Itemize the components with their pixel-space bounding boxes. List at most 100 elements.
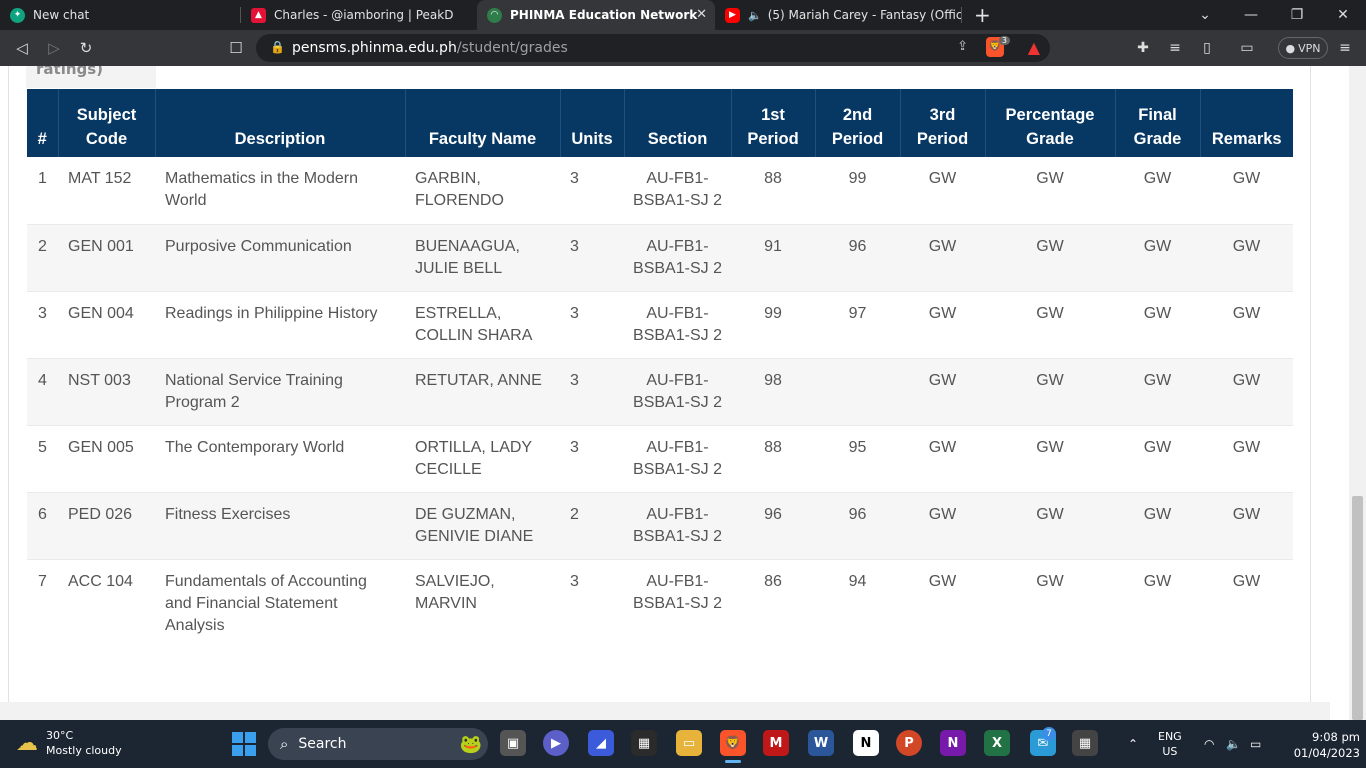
final-grade: GW	[1115, 224, 1200, 292]
word-icon[interactable]: W	[808, 730, 834, 756]
brave-rewards-icon[interactable]: ▲	[1028, 38, 1040, 57]
faculty-name: ORTILLA, LADY CECILLE	[405, 425, 560, 493]
lock-icon[interactable]: 🔒	[270, 40, 285, 54]
system-clock[interactable]: 9:08 pm 01/04/2023	[1278, 729, 1360, 761]
final-grade: GW	[1115, 425, 1200, 493]
3rd-period-grade: GW	[900, 358, 985, 426]
extensions-icon[interactable]: ✚	[1130, 30, 1156, 66]
new-tab-button[interactable]: +	[974, 0, 991, 30]
percentage-grade: GW	[985, 492, 1115, 560]
tab-phinma[interactable]: ◠ PHINMA Education Network ✕	[477, 0, 715, 30]
units: 2	[560, 492, 624, 560]
powerpoint-icon[interactable]: P	[896, 730, 922, 756]
onenote-icon[interactable]: N	[940, 730, 966, 756]
col-2nd-period: 2nd Period	[815, 89, 901, 157]
wifi-icon[interactable]: ◠	[1204, 720, 1214, 768]
speaker-icon[interactable]: 🔈	[748, 9, 762, 22]
media-control-icon[interactable]: ≡	[1162, 30, 1188, 66]
clock-time: 9:08 pm	[1312, 730, 1360, 744]
final-grade: GW	[1115, 358, 1200, 426]
address-bar[interactable]: 🔒 pensms.phinma.edu.ph/student/grades ⇪ …	[256, 34, 1050, 62]
cloudy-weather-icon: ☁	[16, 730, 38, 756]
section: AU-FB1-BSBA1-SJ 2	[624, 358, 731, 426]
1st-period-grade: 98	[731, 358, 815, 426]
taskbar-search[interactable]: ⌕ Search 🐸	[268, 728, 488, 760]
lang-secondary: US	[1162, 745, 1178, 758]
minimize-icon[interactable]: —	[1228, 0, 1274, 30]
menu-icon[interactable]: ≡	[1332, 30, 1358, 66]
row-number: 5	[27, 425, 58, 493]
volume-icon[interactable]: 🔈	[1226, 720, 1241, 768]
close-window-icon[interactable]: ✕	[1320, 0, 1366, 30]
vpn-button[interactable]: ● VPN	[1278, 37, 1328, 59]
description: Fitness Exercises	[155, 492, 405, 560]
language-indicator[interactable]: ENG US	[1158, 720, 1182, 768]
subject-code: ACC 104	[68, 572, 133, 590]
search-highlight-icon: 🐸	[459, 733, 482, 755]
url-text[interactable]: pensms.phinma.edu.ph/student/grades	[292, 40, 568, 56]
remarks: GW	[1232, 572, 1261, 590]
units: 3	[560, 358, 624, 426]
back-icon[interactable]: ◁	[6, 30, 38, 66]
restore-icon[interactable]: ❐	[1274, 0, 1320, 30]
sidebar-icon[interactable]: ▯	[1194, 30, 1220, 66]
share-icon[interactable]: ⇪	[957, 39, 968, 54]
remarks: GW	[1200, 291, 1293, 359]
subject-code: GEN 001	[58, 224, 155, 292]
percentage-grade: GW	[985, 291, 1115, 359]
tab-youtube[interactable]: ▶ 🔈 (5) Mariah Carey - Fantasy (Official	[715, 0, 961, 30]
microsoft-store-icon[interactable]: ▦	[631, 730, 657, 756]
description: The Contemporary World	[155, 425, 405, 493]
2nd-period-grade	[815, 358, 900, 426]
search-label: Search	[298, 736, 347, 752]
col-remarks: Remarks	[1200, 89, 1293, 157]
col-description: Description	[155, 89, 406, 157]
1st-period-grade: 91	[731, 224, 815, 292]
1st-period-grade: 88	[731, 425, 815, 493]
faculty-name: BUENAAGUA, JULIE BELL	[405, 224, 560, 292]
wallet-icon[interactable]: ▭	[1234, 30, 1260, 66]
remarks: GW	[1200, 492, 1293, 560]
2nd-period-grade: 96	[815, 224, 900, 292]
calculator-icon[interactable]: ▦	[1072, 730, 1098, 756]
weather-widget[interactable]: ☁ 30°C Mostly cloudy	[16, 728, 122, 758]
col-1st-period: 1st Period	[731, 89, 816, 157]
battery-icon[interactable]: ▭	[1250, 720, 1261, 768]
teams-chat-icon[interactable]: ▶	[543, 730, 569, 756]
tab-divider	[961, 7, 962, 23]
tab-search-icon[interactable]: ⌄	[1182, 0, 1228, 30]
bookmark-icon[interactable]: ☐	[220, 30, 252, 66]
scrollbar-thumb[interactable]	[1352, 496, 1363, 720]
notion-icon[interactable]: N	[853, 730, 879, 756]
tab-new-chat[interactable]: ✦ New chat	[0, 0, 240, 30]
task-view-icon[interactable]: ▣	[500, 730, 526, 756]
weather-temp: 30°C	[46, 729, 74, 742]
percentage-grade: GW	[1036, 572, 1064, 590]
close-tab-icon[interactable]: ✕	[696, 7, 707, 22]
col-subject-code: Subject Code	[58, 89, 156, 157]
faculty-name: GARBIN, FLORENDO	[405, 157, 560, 225]
brave-browser-icon[interactable]: 🦁	[720, 730, 746, 756]
1st-period-grade: 99	[731, 291, 815, 359]
description: Readings in Philippine History	[155, 291, 405, 359]
tab-peakd[interactable]: ▲ Charles - @iamboring | PeakD	[241, 0, 477, 30]
3rd-period-grade: GW	[900, 425, 985, 493]
remarks: GW	[1200, 358, 1293, 426]
faculty-name: DE GUZMAN, GENIVIE DIANE	[405, 492, 560, 560]
start-button[interactable]	[232, 732, 256, 756]
forward-icon[interactable]: ▷	[38, 30, 70, 66]
start-tile	[232, 732, 243, 743]
faculty-name: ESTRELLA, COLLIN SHARA	[405, 291, 560, 359]
row-number: 3	[27, 291, 58, 359]
1st-period-grade: 88	[731, 157, 815, 225]
reload-icon[interactable]: ↻	[70, 30, 102, 66]
file-explorer-icon[interactable]: ▭	[676, 730, 702, 756]
mcafee-icon[interactable]: M	[763, 730, 789, 756]
hidden-icons-chevron[interactable]: ⌃	[1128, 720, 1138, 768]
photo-app-icon[interactable]: ◢	[588, 730, 614, 756]
2nd-period-grade: 97	[815, 291, 900, 359]
table-row: 6 PED 026 Fitness Exercises DE GUZMAN, G…	[27, 492, 1293, 560]
chatgpt-icon: ✦	[10, 7, 25, 23]
remarks: GW	[1200, 157, 1293, 225]
excel-icon[interactable]: X	[984, 730, 1010, 756]
